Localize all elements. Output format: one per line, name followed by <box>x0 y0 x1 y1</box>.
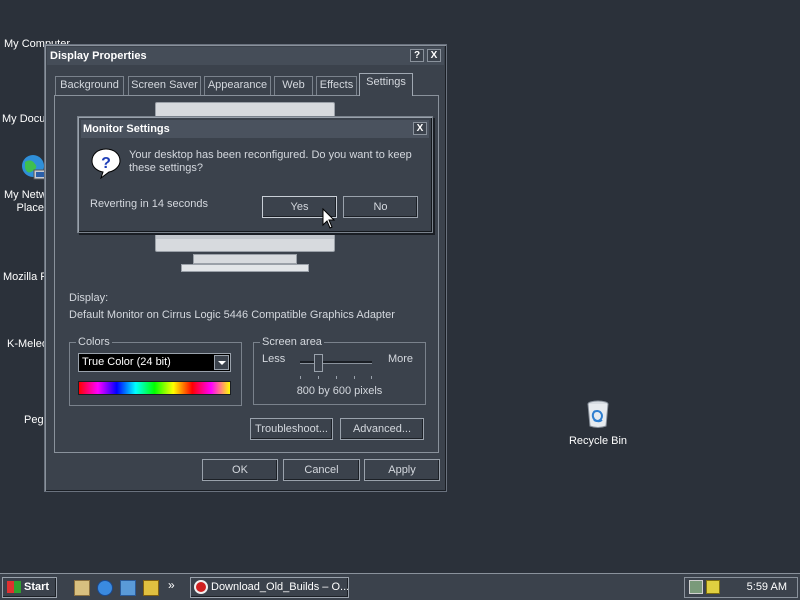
network-tray-icon[interactable] <box>689 580 703 594</box>
tab-appearance[interactable]: Appearance <box>204 76 271 95</box>
display-properties-window: Display Properties ? X Background Screen… <box>44 44 447 492</box>
windows-logo-icon <box>7 581 21 594</box>
monitor-base <box>181 264 309 272</box>
chevron-down-icon[interactable] <box>214 355 229 370</box>
start-button[interactable]: Start <box>2 577 57 598</box>
screen-area-group-label: Screen area <box>260 336 324 348</box>
colors-select[interactable]: True Color (24 bit) <box>78 353 231 372</box>
desktop-icon-pegasus[interactable]: Pegasus <box>0 414 46 426</box>
start-label: Start <box>24 581 50 593</box>
system-tray: 5:59 AM <box>684 577 798 598</box>
cancel-button[interactable]: Cancel <box>283 459 360 481</box>
show-desktop-icon[interactable] <box>74 580 90 596</box>
outlook-express-icon[interactable] <box>120 580 136 596</box>
revert-countdown: Reverting in 14 seconds <box>90 198 209 210</box>
tab-effects[interactable]: Effects <box>316 76 357 95</box>
colors-group-label: Colors <box>76 336 112 348</box>
clock[interactable]: 5:59 AM <box>747 581 787 593</box>
monitor-stand <box>193 254 297 264</box>
colors-select-value: True Color (24 bit) <box>82 356 171 368</box>
dialog-title: Monitor Settings <box>83 123 170 135</box>
apply-button[interactable]: Apply <box>364 459 440 481</box>
screen-area-slider-thumb[interactable] <box>314 354 323 372</box>
window-title: Display Properties <box>50 50 147 62</box>
dialog-message: Your desktop has been reconfigured. Do y… <box>129 149 412 174</box>
tab-background[interactable]: Background <box>55 76 124 95</box>
screen-area-slider-track[interactable] <box>300 361 372 364</box>
troubleshoot-button[interactable]: Troubleshoot... <box>250 418 333 440</box>
tab-web[interactable]: Web <box>274 76 313 95</box>
monitor-settings-dialog: Monitor Settings X ? Your desktop has be… <box>77 116 433 233</box>
colors-group: Colors True Color (24 bit) <box>69 336 242 406</box>
mouse-cursor-icon <box>322 208 336 229</box>
advanced-button[interactable]: Advanced... <box>340 418 424 440</box>
task-button-download-old-builds[interactable]: Download_Old_Builds – O... <box>190 577 349 598</box>
browser-icon <box>194 580 208 594</box>
help-button[interactable]: ? <box>410 49 424 62</box>
less-label: Less <box>262 353 286 365</box>
desktop-icon-label: Mozilla Firefox <box>3 271 46 283</box>
dialog-close-button[interactable]: X <box>413 122 427 135</box>
svg-text:?: ? <box>101 155 111 172</box>
desktop-icon-label: Recycle Bin <box>568 435 628 447</box>
no-button[interactable]: No <box>343 196 418 218</box>
display-label: Display: <box>69 292 109 304</box>
desktop-icon-k-meleon[interactable]: K-Meleon <box>0 338 46 350</box>
volume-tray-icon[interactable] <box>706 580 720 594</box>
desktop-icon-recycle-bin[interactable]: Recycle Bin <box>567 398 629 447</box>
ok-button[interactable]: OK <box>202 459 278 481</box>
slider-ticks <box>300 376 372 379</box>
desktop-icon-label: Pegasus <box>24 414 46 426</box>
question-icon: ? <box>91 148 121 179</box>
color-spectrum-bar <box>78 381 231 395</box>
close-button[interactable]: X <box>427 49 441 62</box>
quick-launch-overflow[interactable]: » <box>168 578 175 592</box>
internet-explorer-icon[interactable] <box>97 580 113 596</box>
explorer-icon[interactable] <box>143 580 159 596</box>
task-label: Download_Old_Builds – O... <box>211 581 349 593</box>
more-label: More <box>387 353 413 365</box>
taskbar: Start » Download_Old_Builds – O... 5:59 … <box>0 573 800 600</box>
desktop-icon-firefox[interactable]: Mozilla Firefox <box>0 271 46 283</box>
tab-settings[interactable]: Settings <box>359 73 413 96</box>
display-value: Default Monitor on Cirrus Logic 5446 Com… <box>69 309 395 321</box>
tab-screen-saver[interactable]: Screen Saver <box>128 76 201 95</box>
recycle-bin-icon <box>587 400 609 428</box>
window-titlebar[interactable]: Display Properties ? X <box>47 47 444 65</box>
desktop-icon-label: K-Meleon <box>7 338 46 350</box>
dialog-titlebar[interactable]: Monitor Settings X <box>81 120 429 138</box>
screen-area-value: 800 by 600 pixels <box>296 385 383 397</box>
screen-area-group: Screen area Less More 800 by 600 pixels <box>253 336 426 405</box>
